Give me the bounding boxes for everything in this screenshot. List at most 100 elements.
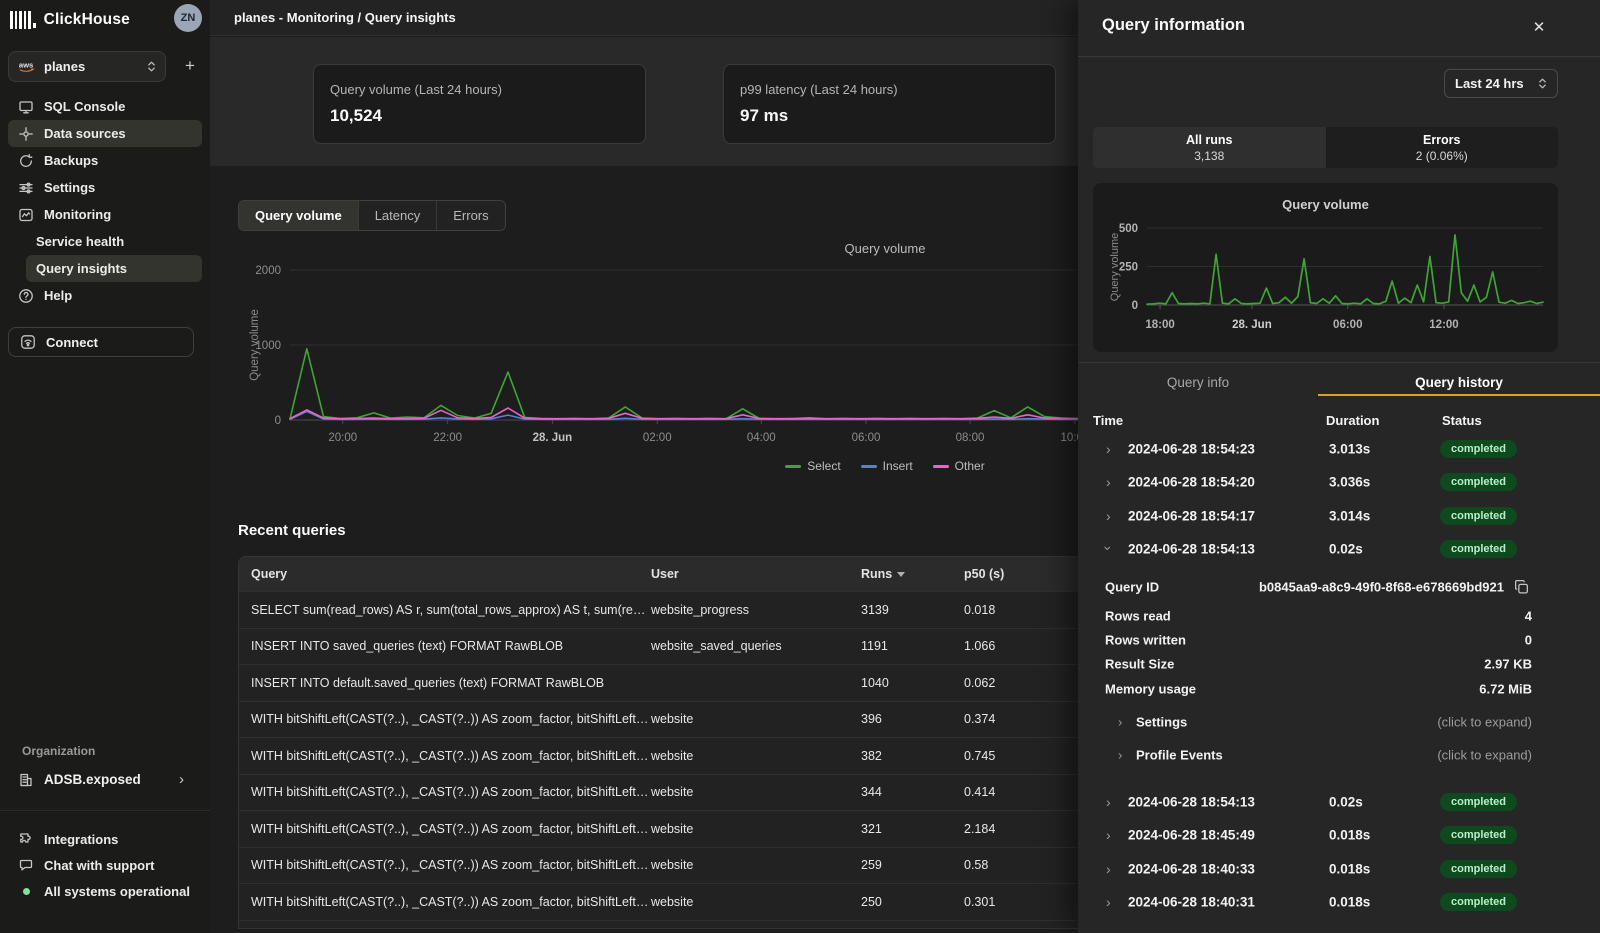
chevron-down-icon[interactable]: › [1100, 545, 1116, 550]
run-time: 2024-06-28 18:54:17 [1128, 508, 1255, 523]
segment-errors[interactable]: Errors 2 (0.06%) [1326, 127, 1559, 168]
history-row[interactable]: ›2024-06-28 18:40:330.018scompleted [1078, 852, 1600, 885]
sidebar-item-service-health[interactable]: Service health [26, 228, 202, 255]
col-user[interactable]: User [651, 567, 861, 581]
time-range-value: Last 24 hrs [1455, 76, 1524, 91]
sidebar-item-monitoring[interactable]: Monitoring [8, 201, 202, 228]
legend-marker [785, 465, 801, 468]
segment-all-runs[interactable]: All runs 3,138 [1093, 127, 1326, 168]
table-row[interactable]: WITH bitShiftLeft(CAST(?..), _CAST(?..))… [239, 701, 1078, 738]
chevron-right-icon[interactable]: › [1106, 894, 1111, 910]
service-selector[interactable]: aws planes [8, 51, 166, 82]
run-time: 2024-06-28 18:54:23 [1128, 441, 1255, 456]
table-row[interactable]: WITH bitShiftLeft(CAST(?..), _CAST(?..))… [239, 847, 1078, 884]
col-runs[interactable]: Runs [861, 567, 964, 581]
organization-item[interactable]: ADSB.exposed › [8, 766, 194, 793]
detail-value: 0 [1525, 633, 1532, 648]
svg-text:20:00: 20:00 [328, 432, 357, 444]
cell-runs: 1191 [861, 639, 964, 653]
legend-item-insert[interactable]: Insert [861, 459, 913, 473]
chevron-right-icon[interactable]: › [1106, 794, 1111, 810]
chart-tab-latency[interactable]: Latency [358, 201, 437, 230]
history-row[interactable]: ›2024-06-28 18:40:310.018scompleted [1078, 885, 1600, 918]
run-time: 2024-06-28 18:54:13 [1128, 541, 1255, 556]
status-badge: completed [1440, 893, 1517, 911]
sidebar-item-label: Data sources [44, 126, 126, 141]
sidebar-footer: IntegrationsChat with supportAll systems… [0, 826, 210, 904]
detail-row-rows-written: Rows written 0 [1078, 627, 1600, 653]
legend-item-other[interactable]: Other [933, 459, 985, 473]
detail-label: Rows written [1105, 633, 1186, 648]
detail-value: b0845aa9-a8c9-49f0-8f68-e678669bd921 [1259, 580, 1504, 595]
chevron-right-icon[interactable]: › [1106, 861, 1111, 877]
clickhouse-logo-icon [10, 11, 36, 29]
footer-item-chat-with-support[interactable]: Chat with support [8, 852, 202, 878]
cell-runs: 1040 [861, 676, 964, 690]
help-icon [18, 288, 34, 304]
sidebar-item-settings[interactable]: Settings [8, 174, 202, 201]
brand-row[interactable]: ClickHouse [10, 7, 130, 33]
footer-item-integrations[interactable]: Integrations [8, 826, 202, 852]
cell-user: website [651, 712, 861, 726]
user-avatar[interactable]: ZN [174, 4, 202, 32]
chevron-right-icon[interactable]: › [1106, 508, 1111, 524]
svg-text:0: 0 [275, 415, 281, 427]
table-row-partial [239, 920, 1078, 928]
expandable-profile-events[interactable]: ›Profile Events(click to expand) [1078, 741, 1600, 769]
sidebar-item-query-insights[interactable]: Query insights [26, 255, 202, 282]
history-row[interactable]: ›2024-06-28 18:54:130.02scompleted [1078, 785, 1600, 818]
chevron-right-icon: › [1118, 748, 1122, 763]
chevron-right-icon[interactable]: › [1106, 474, 1111, 490]
col-query[interactable]: Query [239, 567, 651, 581]
history-row[interactable]: ›2024-06-28 18:54:173.014scompleted [1078, 499, 1600, 532]
sidebar-item-sql-console[interactable]: SQL Console [8, 93, 202, 120]
time-range-select[interactable]: Last 24 hrs [1444, 69, 1558, 98]
tab-query-info[interactable]: Query info [1078, 369, 1318, 395]
table-row[interactable]: WITH bitShiftLeft(CAST(?..), _CAST(?..))… [239, 810, 1078, 847]
cell-runs: 250 [861, 895, 964, 909]
cell-user: website [651, 822, 861, 836]
table-row[interactable]: INSERT INTO default.saved_queries (text)… [239, 664, 1078, 701]
history-row[interactable]: ›2024-06-28 18:54:203.036scompleted [1078, 465, 1600, 498]
chart-tab-errors[interactable]: Errors [436, 201, 504, 230]
table-row[interactable]: WITH bitShiftLeft(CAST(?..), _CAST(?..))… [239, 883, 1078, 920]
status-badge: completed [1440, 473, 1517, 491]
legend-item-select[interactable]: Select [785, 459, 840, 473]
table-row[interactable]: INSERT INTO saved_queries (text) FORMAT … [239, 628, 1078, 665]
integrations-icon [18, 831, 34, 847]
col-p50[interactable]: p50 (s) [964, 567, 1064, 581]
svg-text:500: 500 [1119, 223, 1138, 235]
cell-query: WITH bitShiftLeft(CAST(?..), _CAST(?..))… [239, 749, 651, 763]
history-row[interactable]: ›2024-06-28 18:54:130.02scompleted [1078, 532, 1600, 565]
svg-text:12:00: 12:00 [1429, 319, 1458, 331]
cell-query: SELECT sum(read_rows) AS r, sum(total_ro… [239, 603, 651, 617]
svg-text:02:00: 02:00 [643, 432, 672, 444]
sidebar-item-help[interactable]: Help [8, 282, 202, 309]
chevron-right-icon[interactable]: › [1106, 827, 1111, 843]
clickhouse-console: ClickHouse ZN aws planes + SQL Console Da… [0, 0, 1600, 933]
sidebar-item-data-sources[interactable]: Data sources [8, 120, 202, 147]
connect-button[interactable]: Connect [8, 327, 194, 357]
chevron-right-icon[interactable]: › [1106, 441, 1111, 457]
chart-tab-query-volume[interactable]: Query volume [239, 201, 358, 230]
footer-item-all-systems-operational[interactable]: All systems operational [8, 878, 202, 904]
expand-hint: (click to expand) [1437, 715, 1532, 730]
close-icon[interactable]: ✕ [1528, 16, 1550, 38]
tab-query-history[interactable]: Query history [1318, 369, 1600, 395]
table-row[interactable]: SELECT sum(read_rows) AS r, sum(total_ro… [239, 591, 1078, 628]
expandable-settings[interactable]: ›Settings(click to expand) [1078, 708, 1600, 736]
cell-p50: 1.066 [964, 639, 1064, 653]
sidebar-item-backups[interactable]: Backups [8, 147, 202, 174]
monitoring-icon [18, 207, 34, 223]
panel-tabs-divider [1078, 362, 1600, 363]
history-row[interactable]: ›2024-06-28 18:45:490.018scompleted [1078, 818, 1600, 851]
run-duration: 0.018s [1329, 894, 1370, 909]
history-row[interactable]: ›2024-06-28 18:54:233.013scompleted [1078, 432, 1600, 465]
copy-icon[interactable] [1513, 579, 1530, 596]
table-row[interactable]: WITH bitShiftLeft(CAST(?..), _CAST(?..))… [239, 774, 1078, 811]
cell-user: website [651, 785, 861, 799]
legend-label: Select [807, 459, 840, 473]
add-service-button[interactable]: + [178, 52, 202, 80]
table-row[interactable]: WITH bitShiftLeft(CAST(?..), _CAST(?..))… [239, 737, 1078, 774]
svg-text:18:00: 18:00 [1145, 319, 1174, 331]
